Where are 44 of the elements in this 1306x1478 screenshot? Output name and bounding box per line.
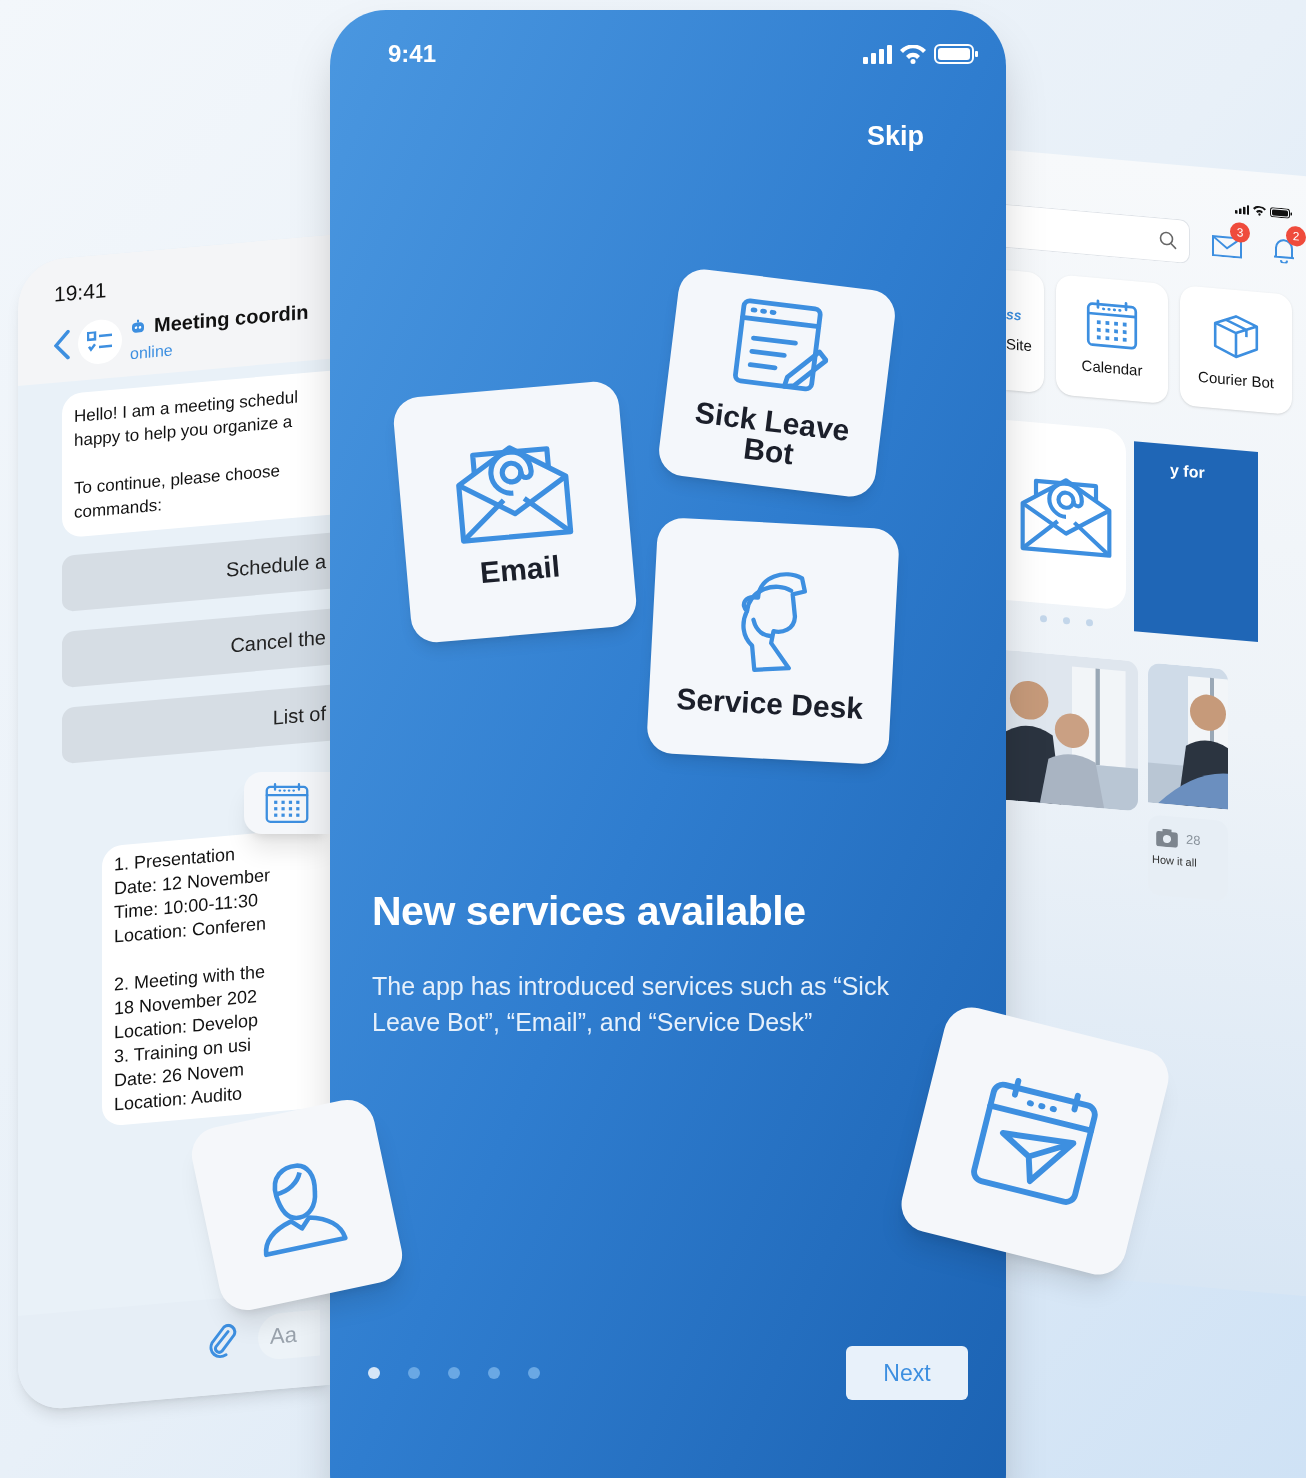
service-tile[interactable]: Courier Bot <box>1180 285 1292 415</box>
command-button[interactable]: Schedule a <box>62 532 330 612</box>
paperclip-icon[interactable] <box>208 1322 238 1360</box>
service-label: Sick Leave Bot <box>692 396 852 472</box>
wifi-icon <box>1253 205 1266 217</box>
banner-text: y for <box>1170 461 1205 482</box>
service-card[interactable]: Service Desk <box>646 516 900 765</box>
onboarding-title: New services available <box>372 886 806 936</box>
command-button[interactable]: List of <box>62 684 330 764</box>
chat-title: Meeting coordin <box>154 299 309 338</box>
signal-icon <box>863 44 892 64</box>
tile-caption: ss <box>1006 305 1022 326</box>
checklist-icon <box>87 329 113 354</box>
back-icon[interactable] <box>54 328 70 361</box>
promo-banner[interactable]: y for <box>1134 441 1258 643</box>
photo-count: 28 <box>1186 830 1201 850</box>
tile-label: Calendar <box>1081 355 1143 381</box>
command-button[interactable]: Cancel the <box>62 608 330 688</box>
status-time: 9:41 <box>388 39 437 69</box>
wifi-icon <box>900 44 926 64</box>
notification-badge: 3 <box>1230 221 1250 244</box>
service-tile[interactable]: ss Site <box>1006 270 1044 394</box>
battery-icon <box>1270 207 1292 219</box>
message-text: 1. Presentation Date: 12 November Time: 10:00-11:30 Location: Conferen 2. Meeting with the 18 November 202 Location: Develop 3. Training on usi Date: 26 Novem Location: Audito <box>114 843 271 1115</box>
service-tile[interactable]: Calendar <box>1056 274 1168 405</box>
chat-status: online <box>130 339 173 364</box>
onboarding-description: The app has introduced services such as “Sick Leave Bot”, “Email”, and “Service Desk” <box>372 971 890 1038</box>
camera-icon <box>1156 827 1178 848</box>
service-card[interactable]: Email <box>391 379 639 644</box>
message-field[interactable]: Aa <box>258 1309 320 1361</box>
service-label: Service Desk <box>675 683 864 724</box>
skip-button[interactable]: Skip <box>866 116 924 157</box>
signal-icon <box>1234 204 1249 215</box>
calendar-icon <box>264 782 310 824</box>
news-title: How it all <box>1151 851 1197 871</box>
battery-icon <box>934 44 978 64</box>
notification-badge: 2 <box>1286 225 1306 248</box>
robot-icon <box>130 318 146 334</box>
message-text: Hello! I am a meeting schedul happy to help you organize a To continue, please choose commands: <box>74 387 298 522</box>
tile-label: Site <box>1006 334 1032 357</box>
search-icon <box>1159 230 1177 250</box>
status-time: 19:41 <box>54 277 107 308</box>
tile-label: Courier Bot <box>1198 366 1274 394</box>
service-label: Email <box>478 550 562 588</box>
